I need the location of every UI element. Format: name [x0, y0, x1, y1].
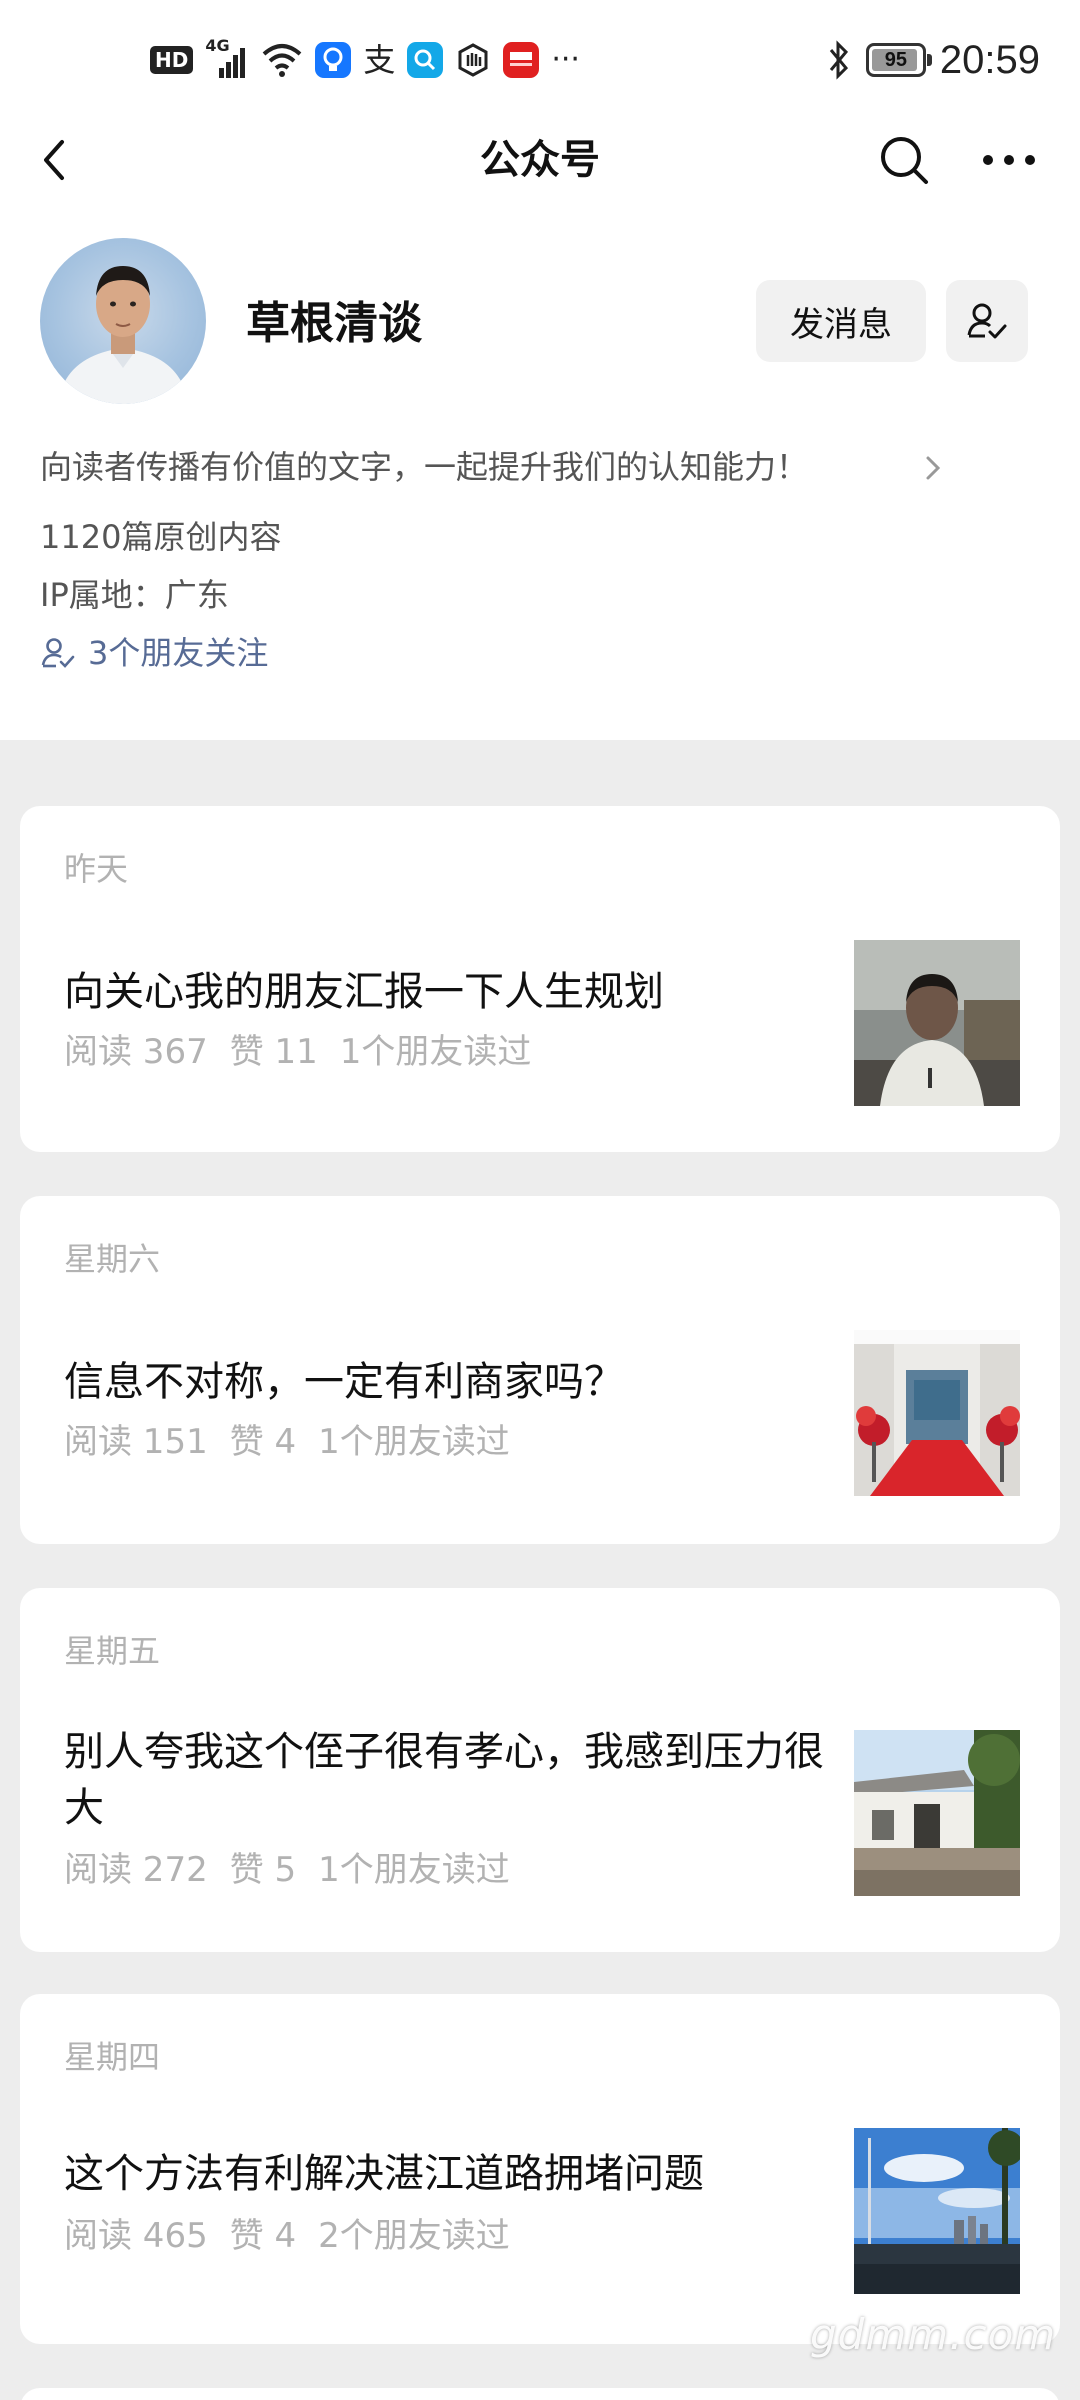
battery-icon: 95	[865, 43, 932, 77]
like-count: 赞 5	[229, 1850, 297, 1890]
article-date: 昨天	[64, 850, 129, 888]
article-card[interactable]: 昨天 向关心我的朋友汇报一下人生规划 阅读 367 赞 11 1个朋友读过	[20, 806, 1060, 1152]
more-dots-icon: ···	[551, 42, 580, 77]
bulb-app-icon	[315, 42, 352, 78]
signal-icon: 4G	[205, 36, 249, 80]
article-thumbnail[interactable]	[854, 940, 1020, 1106]
hd-icon: HD	[150, 46, 194, 74]
article-stats: 阅读 272 赞 5 1个朋友读过	[64, 1846, 532, 1894]
status-bar: HD 4G 支 ··· 95 20:59	[0, 0, 1080, 110]
read-count: 阅读 272	[64, 1850, 208, 1890]
article-date: 星期五	[64, 1632, 161, 1670]
account-bio[interactable]: 向读者传播有价值的文字，一起提升我们的认知能力！	[40, 444, 808, 490]
nav-bar: 公众号	[0, 110, 1080, 210]
friends-read: 1个朋友读过	[318, 1422, 510, 1462]
read-count: 阅读 465	[64, 2216, 208, 2256]
chevron-right-icon[interactable]	[918, 450, 948, 486]
article-title[interactable]: 向关心我的朋友汇报一下人生规划	[64, 964, 824, 1020]
send-message-button[interactable]: 发消息	[756, 280, 926, 362]
article-date: 星期六	[64, 1240, 161, 1278]
like-count: 赞 11	[229, 1032, 318, 1072]
status-icons-left: HD 4G 支 ···	[150, 36, 580, 82]
news-app-icon	[503, 42, 540, 78]
like-count: 赞 4	[229, 2216, 297, 2256]
friends-icon	[40, 635, 76, 671]
article-date: 星期四	[64, 2038, 161, 2076]
friends-following-row[interactable]: 3个朋友关注	[40, 630, 268, 676]
article-stats: 阅读 151 赞 4 1个朋友读过	[64, 1418, 532, 1466]
bluetooth-icon	[826, 40, 852, 80]
article-thumbnail[interactable]	[854, 2128, 1020, 2294]
followed-user-icon	[965, 299, 1009, 343]
article-card[interactable]: 星期四 这个方法有利解决湛江道路拥堵问题 阅读 465 赞 4 2个朋友读过	[20, 1994, 1060, 2344]
hand-app-icon	[455, 42, 491, 78]
article-card[interactable]	[20, 2388, 1060, 2400]
wifi-icon	[261, 40, 303, 80]
article-title[interactable]: 信息不对称，一定有利商家吗？	[64, 1354, 824, 1410]
original-count: 1120篇原创内容	[40, 518, 282, 556]
friends-read: 1个朋友读过	[339, 1032, 532, 1072]
account-profile: 草根清谈 发消息 向读者传播有价值的文字，一起提升我们的认知能力！ 1120篇原…	[0, 210, 1080, 740]
read-count: 阅读 367	[64, 1032, 208, 1072]
watermark: gdmm.com	[810, 2310, 1057, 2359]
article-stats: 阅读 367 赞 11 1个朋友读过	[64, 1028, 553, 1076]
article-title[interactable]: 这个方法有利解决湛江道路拥堵问题	[64, 2146, 824, 2202]
more-options-icon[interactable]	[974, 130, 1044, 190]
article-title[interactable]: 别人夸我这个侄子很有孝心，我感到压力很大	[64, 1724, 824, 1836]
follow-button[interactable]	[946, 280, 1028, 362]
friends-read: 2个朋友读过	[318, 2216, 510, 2256]
article-stats: 阅读 465 赞 4 2个朋友读过	[64, 2212, 532, 2260]
article-thumbnail[interactable]	[854, 1330, 1020, 1496]
friends-following-text: 3个朋友关注	[88, 634, 269, 672]
ip-location: IP属地：广东	[40, 576, 229, 614]
like-count: 赞 4	[229, 1422, 297, 1462]
account-name: 草根清谈	[246, 298, 422, 349]
search-icon[interactable]	[874, 130, 934, 190]
alipay-icon: 支	[363, 41, 396, 79]
read-count: 阅读 151	[64, 1422, 208, 1462]
article-thumbnail[interactable]	[854, 1730, 1020, 1896]
clock: 20:59	[939, 38, 1040, 82]
avatar[interactable]	[40, 238, 206, 404]
battery-percent: 95	[884, 48, 908, 71]
status-icons-right: 95 20:59	[826, 36, 1040, 84]
article-card[interactable]: 星期五 别人夸我这个侄子很有孝心，我感到压力很大 阅读 272 赞 5 1个朋友读过	[20, 1588, 1060, 1952]
article-card[interactable]: 星期六 信息不对称，一定有利商家吗？ 阅读 151 赞 4 1个朋友读过	[20, 1196, 1060, 1544]
friends-read: 1个朋友读过	[318, 1850, 510, 1890]
search-app-icon	[407, 42, 444, 78]
